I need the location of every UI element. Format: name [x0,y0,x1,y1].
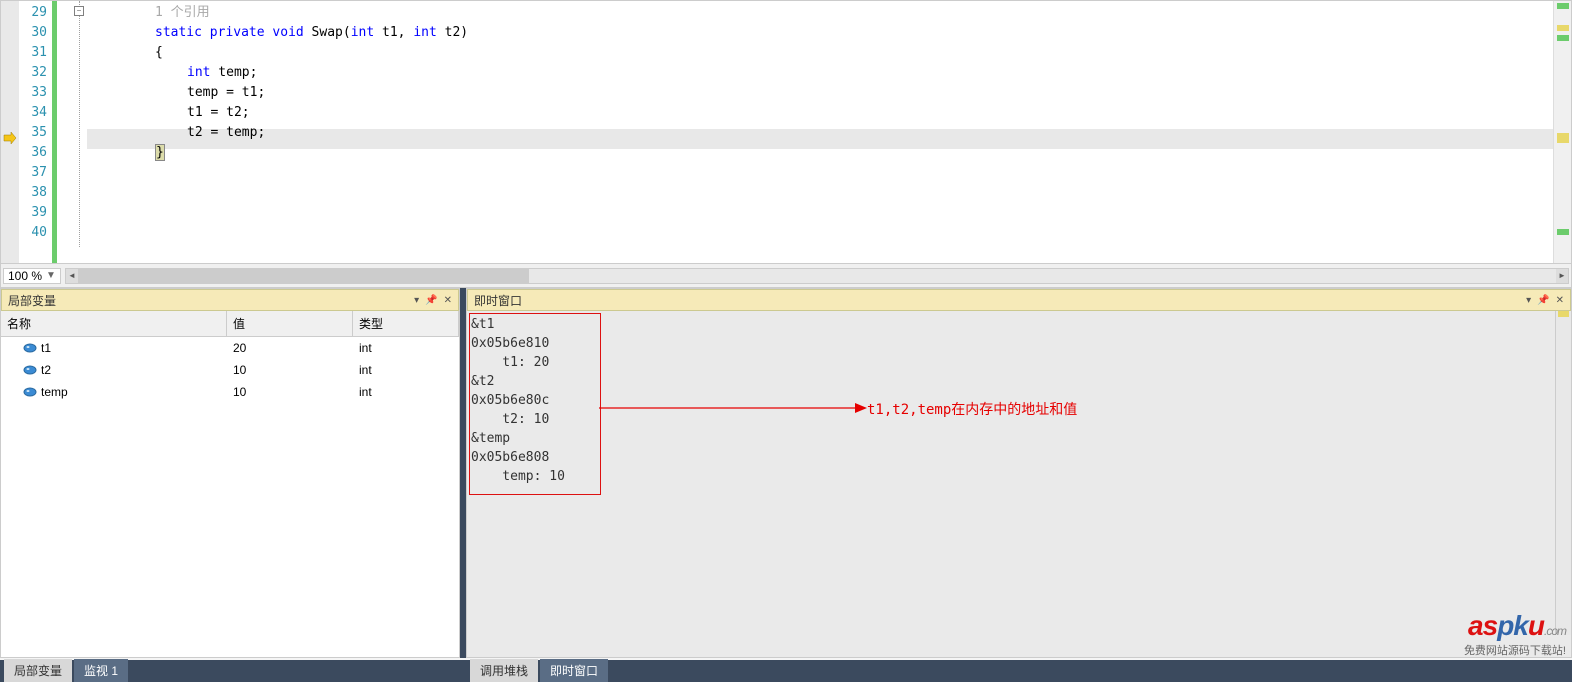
var-name: temp [41,385,68,399]
var-value: 10 [227,363,353,377]
watermark-logo: aspku.com [1464,610,1566,642]
glyph-margin [1,1,19,263]
code-line[interactable] [91,163,1553,183]
code-line[interactable] [91,183,1553,203]
immediate-overview-ruler[interactable] [1555,311,1571,635]
locals-title: 局部变量 [8,292,408,309]
locals-columns[interactable]: 名称 值 类型 [1,311,459,337]
annotation-text: t1,t2,temp在内存中的地址和值 [867,399,1077,419]
fold-column[interactable]: − [73,1,87,263]
locals-header[interactable]: 局部变量 ▾ 📌 ✕ [1,289,459,311]
locals-row[interactable]: t1 20int [1,337,459,359]
variable-icon [23,365,37,375]
codelens[interactable]: 1 个引用 [91,3,1553,23]
var-value: 20 [227,341,353,355]
watermark-tagline: 免费网站源码下载站! [1464,642,1566,658]
var-type: int [353,363,459,377]
code-line[interactable]: t2 = temp; [91,123,1553,143]
locals-row[interactable]: temp 10int [1,381,459,403]
code-editor[interactable]: 293031323334353637383940 − 1 个引用 static … [0,0,1572,288]
tab-调用堆栈[interactable]: 调用堆栈 [470,659,538,682]
bottom-tab-strip: 局部变量监视 1 调用堆栈即时窗口 [0,660,1572,682]
var-name: t2 [41,363,51,377]
locals-body[interactable]: t120intt210inttemp10int [1,337,459,657]
immediate-header[interactable]: 即时窗口 ▾ 📌 ✕ [467,289,1571,311]
editor-footer: 100 % ▼ ◄ ► [1,263,1571,287]
var-name: t1 [41,341,51,355]
change-markers [51,1,73,263]
close-icon[interactable]: ✕ [444,295,452,306]
pin-icon[interactable]: 📌 [1537,295,1549,306]
code-line[interactable]: temp = t1; [91,83,1553,103]
tab-监视 1[interactable]: 监视 1 [74,659,128,682]
var-type: int [353,341,459,355]
col-value[interactable]: 值 [227,311,353,336]
tab-即时窗口[interactable]: 即时窗口 [540,659,608,682]
overview-ruler[interactable] [1553,1,1571,263]
chevron-down-icon: ▼ [46,270,56,281]
code-line[interactable]: } [91,143,1553,163]
annotation-arrow-icon [597,397,867,419]
tab-局部变量[interactable]: 局部变量 [4,659,72,682]
scroll-left-icon[interactable]: ◄ [66,269,78,283]
zoom-selector[interactable]: 100 % ▼ [3,268,61,284]
close-icon[interactable]: ✕ [1556,295,1564,306]
var-type: int [353,385,459,399]
code-line[interactable]: static private void Swap(int t1, int t2) [91,23,1553,43]
code-line[interactable] [91,223,1553,243]
immediate-body[interactable]: &t1 0x05b6e810 t1: 20 &t2 0x05b6e80c t2:… [467,311,1571,657]
current-line-arrow-icon [3,131,19,147]
watermark: aspku.com 免费网站源码下载站! [1464,610,1566,658]
horizontal-scrollbar[interactable]: ◄ ► [65,268,1569,284]
code-line[interactable]: { [91,43,1553,63]
locals-panel: 局部变量 ▾ 📌 ✕ 名称 值 类型 t120intt210inttemp10i… [0,288,460,658]
fold-minus-icon[interactable]: − [74,6,84,16]
locals-row[interactable]: t2 10int [1,359,459,381]
scroll-right-icon[interactable]: ► [1556,269,1568,283]
scrollbar-thumb[interactable] [78,269,529,283]
var-value: 10 [227,385,353,399]
col-name[interactable]: 名称 [1,311,227,336]
code-line[interactable]: int temp; [91,63,1553,83]
line-numbers: 293031323334353637383940 [19,1,51,263]
code-line[interactable]: t1 = t2; [91,103,1553,123]
variable-icon [23,343,37,353]
panel-options-icon[interactable]: ▾ [414,295,419,306]
code-area[interactable]: 1 个引用 static private void Swap(int t1, i… [87,1,1553,263]
annotation-box [469,313,601,495]
locals-tabs: 局部变量监视 1 [0,660,466,682]
code-line[interactable] [91,243,1553,263]
immediate-tabs: 调用堆栈即时窗口 [466,660,1572,682]
immediate-title: 即时窗口 [474,292,1520,309]
immediate-panel: 即时窗口 ▾ 📌 ✕ &t1 0x05b6e810 t1: 20 &t2 0x0… [466,288,1572,658]
code-line[interactable] [91,203,1553,223]
variable-icon [23,387,37,397]
panel-options-icon[interactable]: ▾ [1526,295,1531,306]
pin-icon[interactable]: 📌 [425,295,437,306]
zoom-value: 100 % [8,269,42,283]
col-type[interactable]: 类型 [353,311,459,336]
